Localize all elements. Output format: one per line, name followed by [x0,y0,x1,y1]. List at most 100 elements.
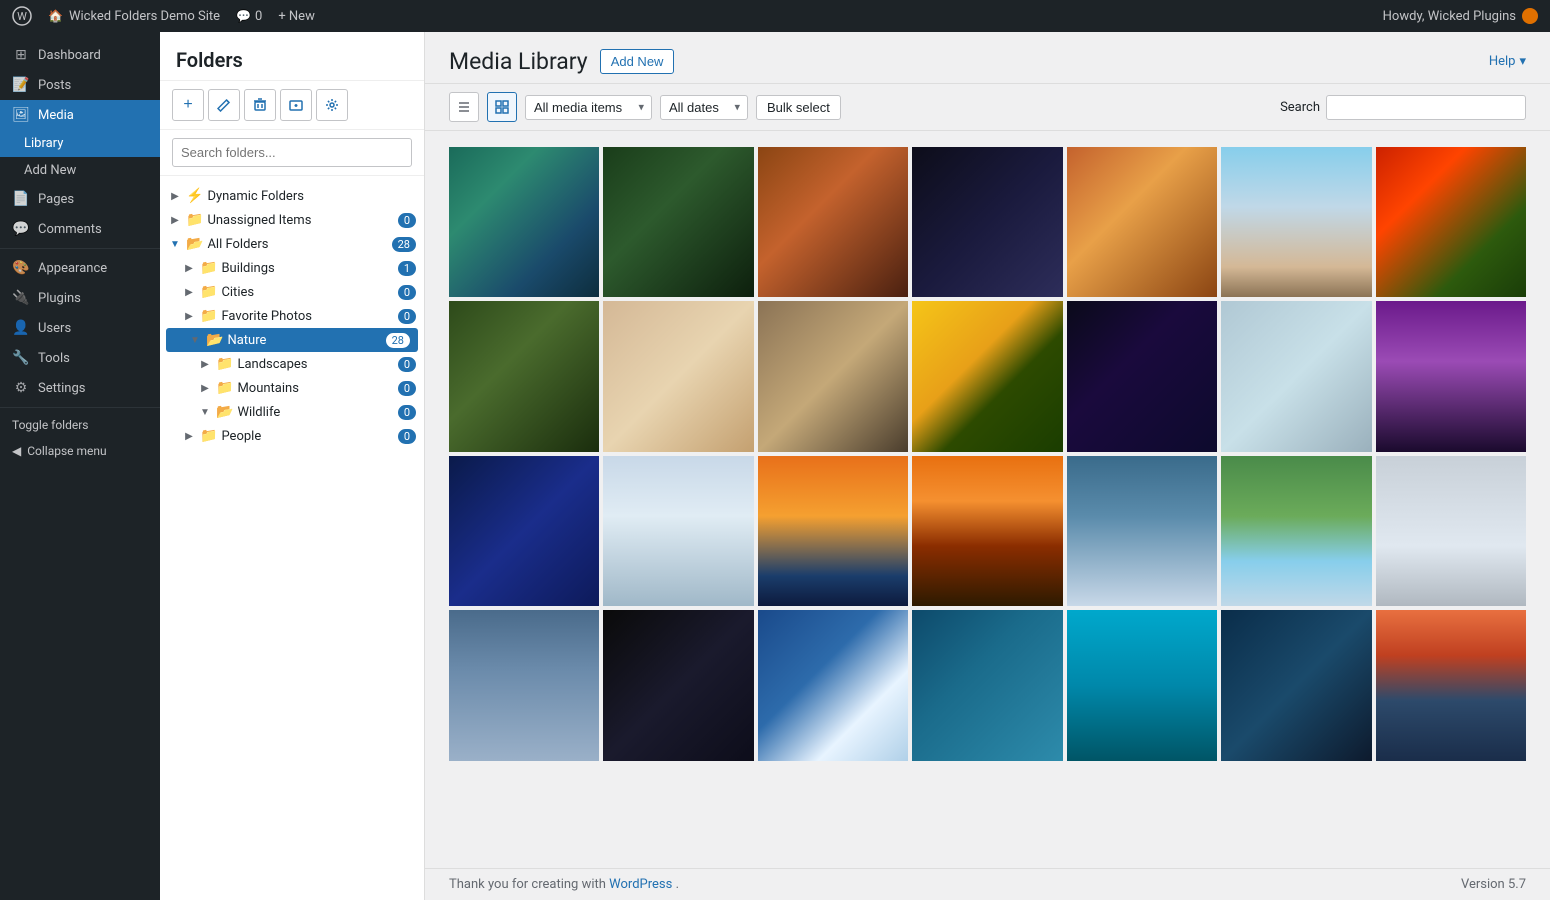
date-filter-dropdown[interactable]: All dates [660,95,748,120]
media-item[interactable] [603,456,753,606]
chevron-right-icon: ▶ [182,261,196,275]
folder-icon: 📁 [200,284,217,300]
media-item[interactable] [603,147,753,297]
media-item[interactable] [912,610,1062,760]
chevron-right-icon: ▶ [168,189,182,203]
settings-icon: ⚙ [12,379,30,397]
help-button[interactable]: Help ▾ [1489,54,1526,69]
media-item[interactable] [603,301,753,451]
media-item[interactable] [912,301,1062,451]
media-item[interactable] [1067,456,1217,606]
media-toolbar: All media items All dates Bulk select Se… [425,84,1550,131]
date-filter-select[interactable]: All dates [660,95,748,120]
tree-item-wildlife[interactable]: ▼ 📂 Wildlife 0 [160,400,424,424]
media-item[interactable] [1221,456,1371,606]
sidebar-item-appearance[interactable]: 🎨 Appearance [0,253,160,283]
folder-icon: 📁 [216,380,233,396]
grid-view-button[interactable] [487,92,517,122]
tree-item-nature[interactable]: ▼ 📂 Nature 28 [166,328,418,352]
media-item[interactable] [1067,147,1217,297]
chevron-right-icon: ▶ [182,429,196,443]
add-subfolder-button[interactable] [280,89,312,121]
sidebar-item-dashboard[interactable]: ⊞ Dashboard [0,40,160,70]
media-filter-select[interactable]: All media items [525,95,652,120]
folder-icon: 📁 [200,308,217,324]
tree-item-favorite-photos[interactable]: ▶ 📁 Favorite Photos 0 [160,304,424,328]
media-item[interactable] [1067,301,1217,451]
sidebar-item-media[interactable]: 🖼 Media [0,100,160,130]
collapse-menu[interactable]: ◀ Collapse menu [0,438,160,464]
plugins-icon: 🔌 [12,289,30,307]
page-title: Media Library [449,48,588,75]
svg-text:W: W [17,10,27,23]
content-footer: Thank you for creating with WordPress . … [425,868,1550,900]
folder-open-icon: 📂 [186,236,203,252]
media-item[interactable] [1376,456,1526,606]
site-name[interactable]: 🏠 Wicked Folders Demo Site [48,9,220,24]
comments-icon: 💬 [12,220,30,238]
media-item[interactable] [449,456,599,606]
user-greeting: Howdy, Wicked Plugins [1383,8,1538,24]
media-item[interactable] [449,301,599,451]
media-item[interactable] [758,301,908,451]
pages-icon: 📄 [12,190,30,208]
new-content-link[interactable]: + New [278,9,315,24]
edit-folder-button[interactable] [208,89,240,121]
tree-item-cities[interactable]: ▶ 📁 Cities 0 [160,280,424,304]
media-item[interactable] [1221,301,1371,451]
delete-folder-button[interactable] [244,89,276,121]
content-area: Media Library Add New Help ▾ [425,32,1550,900]
tree-item-buildings[interactable]: ▶ 📁 Buildings 1 [160,256,424,280]
bulk-select-button[interactable]: Bulk select [756,95,841,120]
appearance-icon: 🎨 [12,259,30,277]
tree-item-landscapes[interactable]: ▶ 📁 Landscapes 0 [160,352,424,376]
tree-item-all-folders[interactable]: ▼ 📂 All Folders 28 [160,232,424,256]
folder-settings-button[interactable] [316,89,348,121]
media-item[interactable] [1376,610,1526,760]
media-header: Media Library Add New Help ▾ [425,32,1550,84]
sidebar-item-tools[interactable]: 🔧 Tools [0,343,160,373]
media-item[interactable] [758,610,908,760]
folders-search-input[interactable] [172,138,412,167]
sidebar-item-plugins[interactable]: 🔌 Plugins [0,283,160,313]
sidebar-item-settings[interactable]: ⚙ Settings [0,373,160,403]
media-filter-dropdown[interactable]: All media items [525,95,652,120]
media-item[interactable] [1067,610,1217,760]
media-item[interactable] [912,147,1062,297]
media-item[interactable] [1376,301,1526,451]
media-item[interactable] [1221,147,1371,297]
wp-logo[interactable]: W [12,6,32,26]
media-item[interactable] [912,456,1062,606]
search-label: Search [1280,100,1320,115]
media-item[interactable] [449,610,599,760]
folder-open-icon: 📂 [216,404,233,420]
sidebar-item-comments[interactable]: 💬 Comments [0,214,160,244]
media-item[interactable] [1221,610,1371,760]
comments-link[interactable]: 💬 0 [236,9,262,24]
folder-icon: 📁 [200,428,217,444]
media-item[interactable] [1376,147,1526,297]
folder-icon: 📁 [216,356,233,372]
add-folder-button[interactable]: + [172,89,204,121]
media-item[interactable] [603,610,753,760]
sidebar-item-library[interactable]: Library [0,130,160,157]
tree-item-unassigned[interactable]: ▶ 📁 Unassigned Items 0 [160,208,424,232]
toggle-folders[interactable]: Toggle folders [0,412,160,438]
add-new-button[interactable]: Add New [600,49,675,74]
sidebar-item-posts[interactable]: 📝 Posts [0,70,160,100]
media-item[interactable] [449,147,599,297]
sidebar-item-users[interactable]: 👤 Users [0,313,160,343]
tree-item-people[interactable]: ▶ 📁 People 0 [160,424,424,448]
media-icon: 🖼 [12,106,30,124]
tree-item-mountains[interactable]: ▶ 📁 Mountains 0 [160,376,424,400]
wordpress-link[interactable]: WordPress [609,877,672,892]
media-grid [449,147,1526,761]
media-item[interactable] [758,147,908,297]
sidebar-item-pages[interactable]: 📄 Pages [0,184,160,214]
list-view-button[interactable] [449,92,479,122]
sidebar-item-add-new-media[interactable]: Add New [0,157,160,184]
tree-item-dynamic[interactable]: ▶ ⚡ Dynamic Folders [160,184,424,208]
search-input[interactable] [1326,95,1526,120]
folders-panel: Folders + [160,32,425,900]
media-item[interactable] [758,456,908,606]
